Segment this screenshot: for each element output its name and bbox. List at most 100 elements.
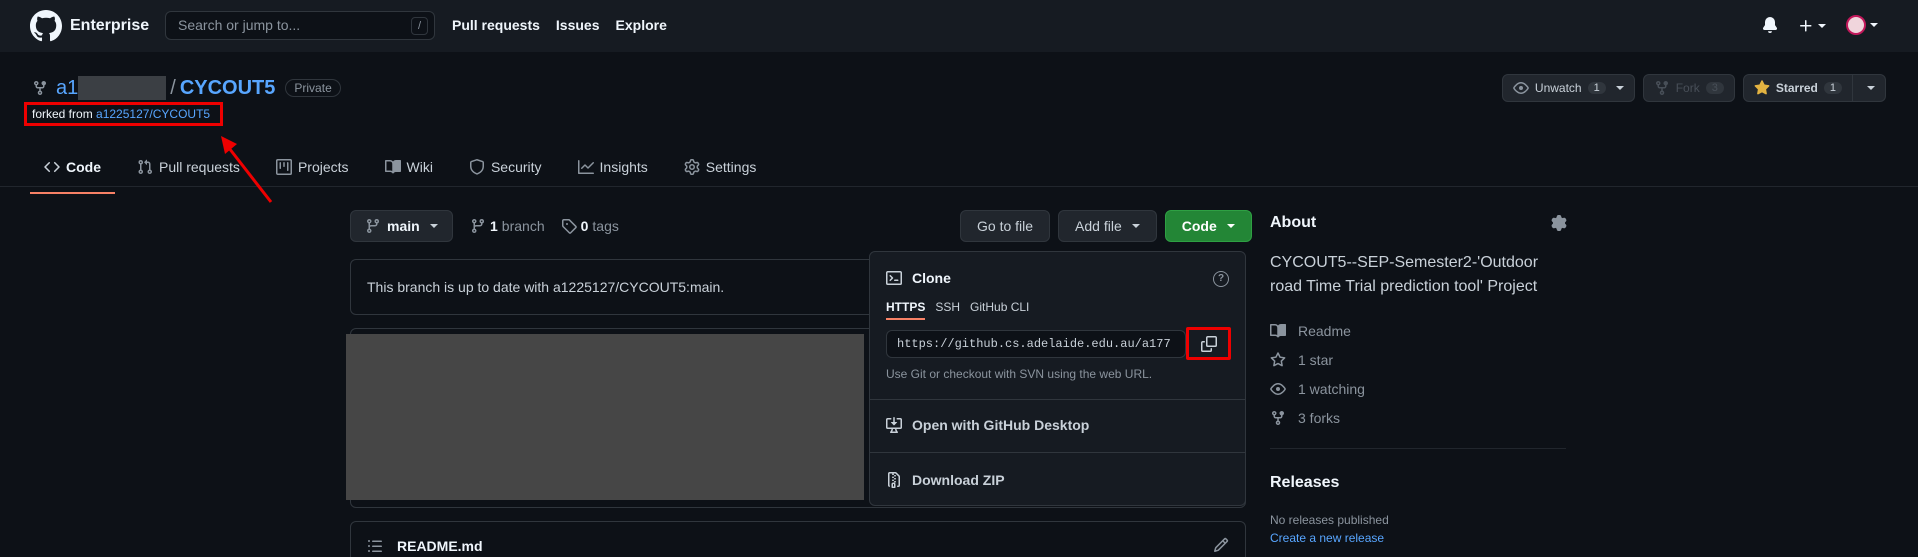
add-file-button[interactable]: Add file [1058,210,1157,242]
code-button[interactable]: Code [1164,210,1252,242]
download-zip-label: Download ZIP [912,472,1005,488]
branch-name: main [387,218,420,234]
visibility-badge: Private [285,79,341,97]
nav-issues[interactable]: Issues [556,17,600,33]
caret-down-icon [1870,23,1878,27]
code-icon [44,161,60,173]
forked-from-link[interactable]: a1225127/CYCOUT5 [96,107,210,121]
tabs-divider [0,186,1918,187]
open-desktop-option[interactable]: Open with GitHub Desktop [886,417,1089,433]
starred-button[interactable]: Starred 1 [1742,74,1853,102]
readme-filename[interactable]: README.md [397,538,483,554]
caret-down-icon [1615,86,1624,90]
repo-forked-icon [34,81,46,96]
annotation-arrow-fork [221,136,273,203]
about-description: CYCOUT5--SEP-Semester2-'Outdoor road Tim… [1270,254,1539,295]
bell-icon[interactable] [1762,17,1778,33]
create-release-link[interactable]: Create a new release [1270,531,1384,545]
forks-link[interactable]: 3 forks [1270,403,1365,432]
clone-dropdown: Clone ? HTTPS SSH GitHub CLI https://git… [869,251,1246,506]
branch-select[interactable]: main [350,210,453,242]
github-logo-icon[interactable] [30,10,62,42]
go-to-file-button[interactable]: Go to file [960,210,1051,242]
watch-button[interactable]: Unwatch 1 [1501,74,1635,102]
avatar [1846,15,1866,35]
star-icon [1270,351,1286,366]
tab-security[interactable]: Security [455,150,556,184]
clone-hint: Use Git or checkout with SVN using the w… [886,367,1153,381]
star-filled-icon [1754,80,1770,95]
user-menu[interactable] [1846,15,1878,35]
divider [870,399,1245,400]
fork-button[interactable]: Fork 3 [1642,74,1735,102]
file-actions: Go to file Add file Code [960,210,1252,242]
watchers-link[interactable]: 1 watching [1270,374,1365,403]
caret-down-icon [1226,224,1235,228]
releases-title[interactable]: Releases [1270,474,1339,492]
stars-label: 1 star [1298,351,1334,368]
watch-label: Unwatch [1534,81,1582,95]
star-list-dropdown[interactable] [1853,74,1886,102]
add-file-label: Add file [1075,218,1122,234]
star-count: 1 [1823,82,1842,94]
desktop-download-icon [886,417,902,433]
tab-insights[interactable]: Insights [564,150,662,184]
branch-word: branch [501,218,545,234]
watch-count: 1 [1587,82,1606,94]
starred-label: Starred [1775,81,1818,95]
readme-header: README.md [350,521,1246,557]
gear-icon[interactable] [1551,215,1567,231]
caret-down-icon [1131,224,1140,228]
nav-explore[interactable]: Explore [616,17,667,33]
search-input[interactable]: Search or jump to... / [165,11,435,40]
tab-https[interactable]: HTTPS [886,300,926,320]
search-placeholder: Search or jump to... [178,17,301,33]
brand-label[interactable]: Enterprise [70,17,149,35]
about-title: About [1270,214,1317,231]
repo-title: a1 / CYCOUT5 Private [32,76,341,100]
about-stats: Readme 1 star 1 watching 3 forks [1270,316,1365,432]
forked-from-prefix: forked from [32,107,97,121]
repo-name-link[interactable]: CYCOUT5 [180,77,276,100]
readme-link[interactable]: Readme [1270,316,1365,345]
tab-wiki[interactable]: Wiki [371,150,447,184]
no-releases-text: No releases published [1270,513,1389,527]
tag-count: 0 [580,218,589,234]
list-unordered-icon[interactable] [367,538,383,554]
tab-settings[interactable]: Settings [670,150,771,184]
terminal-icon [886,271,902,285]
tags-link[interactable]: 0 tags [561,218,619,234]
forked-from-annotation: forked from a1225127/CYCOUT5 [24,102,223,126]
download-zip-option[interactable]: Download ZIP [886,472,1005,488]
pencil-icon[interactable] [1213,537,1229,553]
graph-icon [577,160,594,174]
tab-code[interactable]: Code [30,150,115,194]
git-branch-icon [471,219,484,234]
tab-ssh[interactable]: SSH [935,300,960,320]
caret-down-icon [1818,23,1826,28]
top-header: Enterprise Search or jump to... / Pull r… [0,0,1918,52]
branch-info: 1 branch 0 tags [470,218,619,234]
redacted-file-list [346,334,864,500]
copy-url-button[interactable] [1186,327,1231,360]
search-shortcut-key: / [411,17,428,35]
stars-link[interactable]: 1 star [1270,345,1365,374]
book-icon [1270,323,1286,337]
tab-insights-label: Insights [599,159,648,175]
code-label: Code [1181,218,1217,234]
caret-down-icon [429,224,438,228]
book-icon [384,159,401,174]
file-zip-icon [888,472,900,488]
branch-status-text: This branch is up to date with a1225127/… [367,279,725,295]
nav-pull-requests[interactable]: Pull requests [452,17,540,33]
question-icon[interactable]: ? [1213,271,1229,287]
repo-actions: Unwatch 1 Fork 3 Starred 1 [1501,74,1886,102]
tab-projects[interactable]: Projects [262,150,363,184]
create-new-menu[interactable] [1798,16,1826,33]
git-branch-icon [366,219,379,234]
clone-url-input[interactable]: https://github.cs.adelaide.edu.au/a177 [886,330,1186,358]
branches-link[interactable]: 1 branch [470,218,545,234]
tab-github-cli[interactable]: GitHub CLI [970,300,1029,320]
repo-owner-link[interactable]: a1 [56,77,78,100]
fork-label: Fork [1675,81,1700,95]
